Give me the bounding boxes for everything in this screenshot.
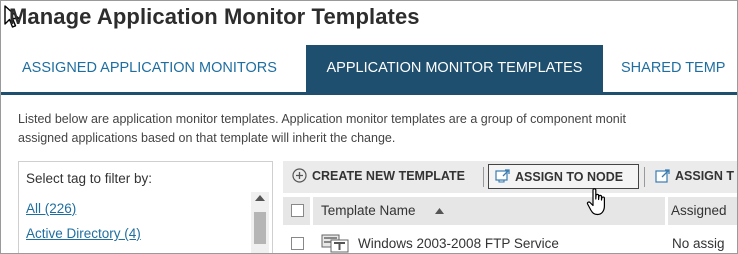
create-new-template-button[interactable]: CREATE NEW TEMPLATE: [292, 164, 465, 189]
template-name-header-label: Template Name: [321, 203, 416, 218]
plus-circle-icon: [292, 168, 307, 183]
filter-item-all[interactable]: All (226): [26, 201, 76, 216]
page-title: Manage Application Monitor Templates: [9, 4, 420, 29]
toolbar-divider: [644, 167, 645, 187]
template-name-cell[interactable]: Windows 2003-2008 FTP Service: [358, 236, 559, 251]
tab-bar: ASSIGNED APPLICATION MONITORS APPLICATIO…: [1, 45, 737, 95]
table-header: Template Name Assigned: [283, 197, 737, 225]
column-header-template-name[interactable]: Template Name: [313, 197, 665, 225]
external-assign-icon: [655, 169, 670, 183]
page-description: Listed below are application monitor tem…: [18, 110, 737, 148]
assign-to-group-button[interactable]: ASSIGN T: [653, 164, 734, 189]
assigned-cell: No assig: [672, 236, 725, 251]
tab-assigned-application-monitors[interactable]: ASSIGNED APPLICATION MONITORS: [14, 45, 285, 92]
template-toolbar: CREATE NEW TEMPLATE ASSIGN TO NODE ASSIG…: [283, 161, 737, 193]
hand-pointer-icon: [586, 188, 605, 216]
filter-item-active-directory[interactable]: Active Directory (4): [26, 226, 141, 241]
header-checkbox-cell: [283, 197, 310, 225]
column-header-assigned[interactable]: Assigned: [668, 197, 737, 225]
filter-scrollbar[interactable]: [251, 192, 269, 253]
assign-to-node-label: ASSIGN TO NODE: [515, 170, 624, 184]
row-checkbox[interactable]: [291, 237, 304, 250]
description-line-2: assigned applications based on that temp…: [18, 131, 396, 145]
filter-label: Select tag to filter by:: [26, 171, 153, 186]
assign-node-icon: [495, 169, 510, 183]
tag-filter-panel: Select tag to filter by: All (226) Activ…: [18, 161, 273, 253]
tab-application-monitor-templates[interactable]: APPLICATION MONITOR TEMPLATES: [306, 45, 603, 92]
description-line-1: Listed below are application monitor tem…: [18, 112, 626, 126]
table-row[interactable]: Windows 2003-2008 FTP Service No assig: [283, 229, 737, 253]
assign-to-group-label: ASSIGN T: [675, 169, 735, 183]
window-frame: Manage Application Monitor Templates ASS…: [0, 0, 738, 254]
sort-ascending-icon: [435, 208, 444, 214]
scrollbar-thumb[interactable]: [254, 212, 266, 244]
select-all-checkbox[interactable]: [291, 204, 304, 217]
toolbar-divider: [483, 167, 484, 187]
template-icon: [321, 234, 349, 253]
assigned-header-label: Assigned: [671, 203, 727, 218]
create-new-template-label: CREATE NEW TEMPLATE: [312, 169, 466, 183]
scroll-up-arrow-icon[interactable]: [255, 195, 265, 201]
tab-shared-templates[interactable]: SHARED TEMP: [613, 45, 733, 92]
assign-to-node-button[interactable]: ASSIGN TO NODE: [488, 164, 639, 189]
